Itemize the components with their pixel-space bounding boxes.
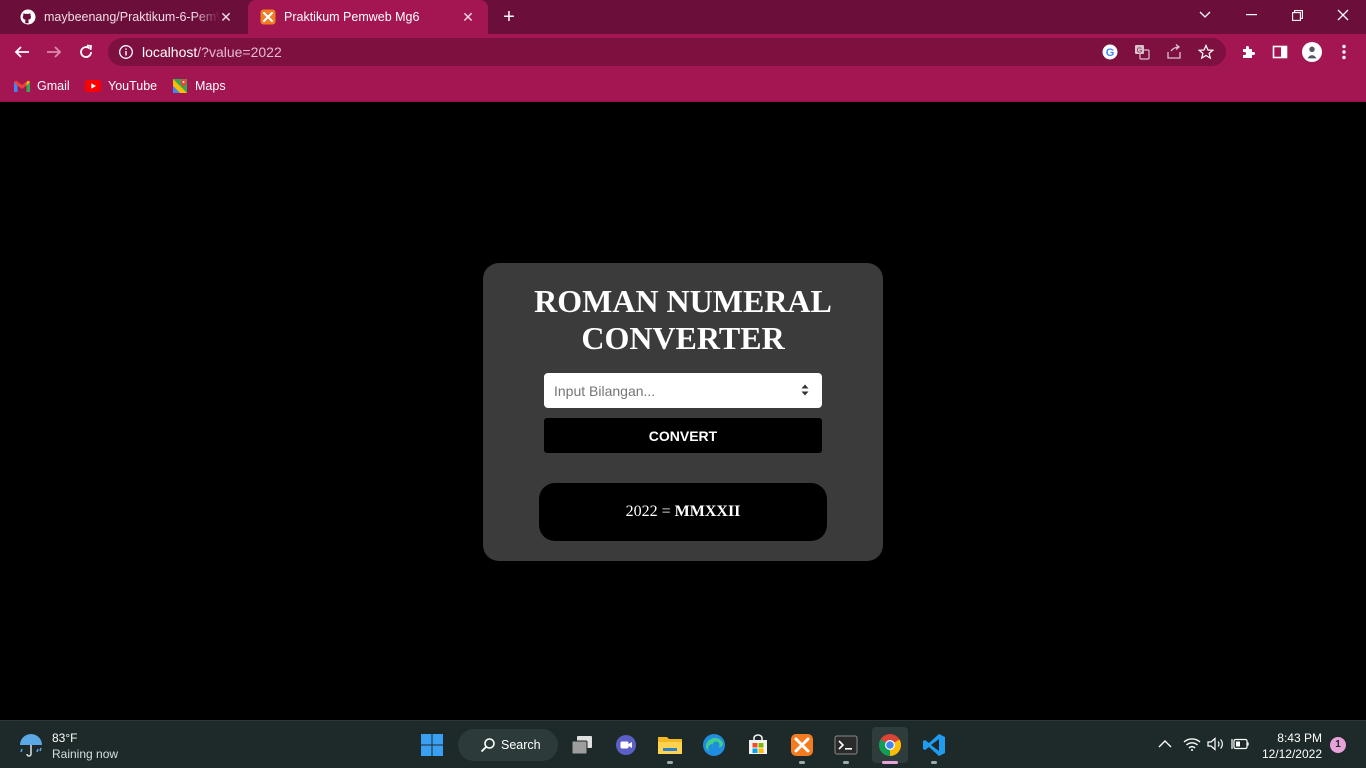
- tab-title: Praktikum Pemweb Mg6: [284, 10, 420, 24]
- teams-chat-icon[interactable]: [608, 727, 644, 763]
- taskbar-search[interactable]: Search: [458, 729, 558, 761]
- google-lens-icon[interactable]: G: [1102, 44, 1118, 60]
- wifi-icon[interactable]: [1183, 735, 1201, 753]
- url-host: localhost: [142, 44, 198, 60]
- xampp-icon: [260, 9, 276, 25]
- weather-widget[interactable]: 83°F Raining now: [16, 729, 118, 763]
- page-viewport: ROMAN NUMERAL CONVERTER Input Bilangan..…: [0, 103, 1366, 720]
- share-icon[interactable]: [1166, 44, 1182, 60]
- forward-icon[interactable]: [42, 40, 66, 64]
- search-icon: [480, 737, 496, 753]
- bookmark-maps[interactable]: Maps: [172, 76, 226, 96]
- bookmark-label: Maps: [195, 79, 226, 93]
- svg-text:G: G: [1106, 47, 1115, 59]
- bookmark-star-icon[interactable]: [1198, 44, 1214, 60]
- bookmark-label: YouTube: [108, 79, 158, 93]
- site-info-icon[interactable]: [118, 44, 134, 60]
- convert-button[interactable]: CONVERT: [544, 418, 822, 453]
- bookmarks-bar: Gmail YouTube Maps: [0, 70, 1366, 102]
- gmail-icon: [14, 78, 30, 94]
- bookmark-gmail[interactable]: Gmail: [14, 76, 70, 96]
- running-indicator: [882, 761, 898, 764]
- edge-icon[interactable]: [696, 727, 732, 763]
- weather-condition: Raining now: [52, 747, 119, 761]
- running-indicator: [799, 761, 805, 764]
- result-box: 2022 = MMXXII: [539, 483, 827, 541]
- windows-start-icon[interactable]: [414, 727, 450, 763]
- svg-text:G: G: [1137, 48, 1142, 55]
- weather-temperature: 83°F: [52, 731, 78, 745]
- profile-avatar[interactable]: [1302, 42, 1322, 62]
- tab-title: maybeenang/Praktikum-6-PemWeb: [44, 10, 220, 24]
- input-placeholder: Input Bilangan...: [554, 383, 656, 399]
- result-equals: =: [661, 503, 671, 520]
- extensions-icon[interactable]: [1238, 42, 1258, 62]
- github-icon: [20, 9, 36, 25]
- browser-toolbar: localhost/?value=2022 G G: [0, 34, 1366, 70]
- terminal-icon[interactable]: [828, 727, 864, 764]
- url-path: /?value=2022: [197, 44, 282, 60]
- system-clock[interactable]: 8:43 PM 12/12/2022: [1262, 730, 1322, 762]
- title-line-2: CONVERTER: [581, 320, 785, 356]
- notification-badge[interactable]: 1: [1330, 737, 1346, 753]
- file-explorer-icon[interactable]: [652, 727, 688, 764]
- tab-strip: maybeenang/Praktikum-6-PemWeb ✕ Praktiku…: [0, 0, 1366, 34]
- store-icon[interactable]: [740, 727, 776, 763]
- running-indicator: [667, 761, 673, 764]
- running-indicator: [843, 761, 849, 764]
- page-title: ROMAN NUMERAL CONVERTER: [483, 283, 883, 357]
- tab-github[interactable]: maybeenang/Praktikum-6-PemWeb ✕: [0, 0, 246, 34]
- clock-time: 8:43 PM: [1277, 731, 1322, 745]
- bookmark-youtube[interactable]: YouTube: [85, 76, 157, 96]
- taskbar: 83°F Raining now Search 8:43 PM 12/12/20…: [0, 720, 1366, 768]
- url-text: localhost/?value=2022: [142, 44, 282, 60]
- new-tab-icon[interactable]: +: [498, 6, 520, 28]
- umbrella-rain-icon: [16, 729, 46, 759]
- menu-icon[interactable]: [1334, 42, 1354, 62]
- close-icon[interactable]: ✕: [460, 9, 476, 25]
- task-view-icon[interactable]: [564, 727, 600, 763]
- converter-card: ROMAN NUMERAL CONVERTER Input Bilangan..…: [483, 263, 883, 561]
- battery-icon[interactable]: [1231, 735, 1249, 753]
- result-roman: MMXXII: [674, 503, 741, 520]
- chrome-icon[interactable]: [872, 727, 908, 764]
- volume-icon[interactable]: [1207, 735, 1225, 753]
- spinner-arrows-icon[interactable]: [800, 383, 810, 397]
- restore-icon[interactable]: [1274, 0, 1320, 30]
- running-indicator: [931, 761, 937, 764]
- minimize-icon[interactable]: [1228, 0, 1274, 30]
- reload-icon[interactable]: [74, 40, 98, 64]
- bookmark-label: Gmail: [37, 79, 70, 93]
- chevron-up-icon[interactable]: [1156, 735, 1174, 753]
- title-line-1: ROMAN NUMERAL: [534, 283, 832, 319]
- xampp-icon[interactable]: [784, 727, 820, 764]
- number-input[interactable]: Input Bilangan...: [544, 373, 822, 408]
- address-bar[interactable]: localhost/?value=2022 G G: [108, 38, 1226, 66]
- vscode-icon[interactable]: [916, 727, 952, 764]
- clock-date: 12/12/2022: [1261, 747, 1322, 761]
- tab-search-icon[interactable]: [1182, 0, 1228, 30]
- close-icon[interactable]: ✕: [218, 9, 234, 25]
- back-icon[interactable]: [10, 40, 34, 64]
- tab-praktikum[interactable]: Praktikum Pemweb Mg6 ✕: [248, 0, 488, 34]
- side-panel-icon[interactable]: [1270, 42, 1290, 62]
- close-window-icon[interactable]: [1320, 0, 1366, 30]
- search-label: Search: [501, 738, 541, 752]
- result-number: 2022: [625, 503, 658, 520]
- translate-icon[interactable]: G: [1134, 44, 1150, 60]
- maps-icon: [172, 78, 188, 94]
- youtube-icon: [85, 78, 101, 94]
